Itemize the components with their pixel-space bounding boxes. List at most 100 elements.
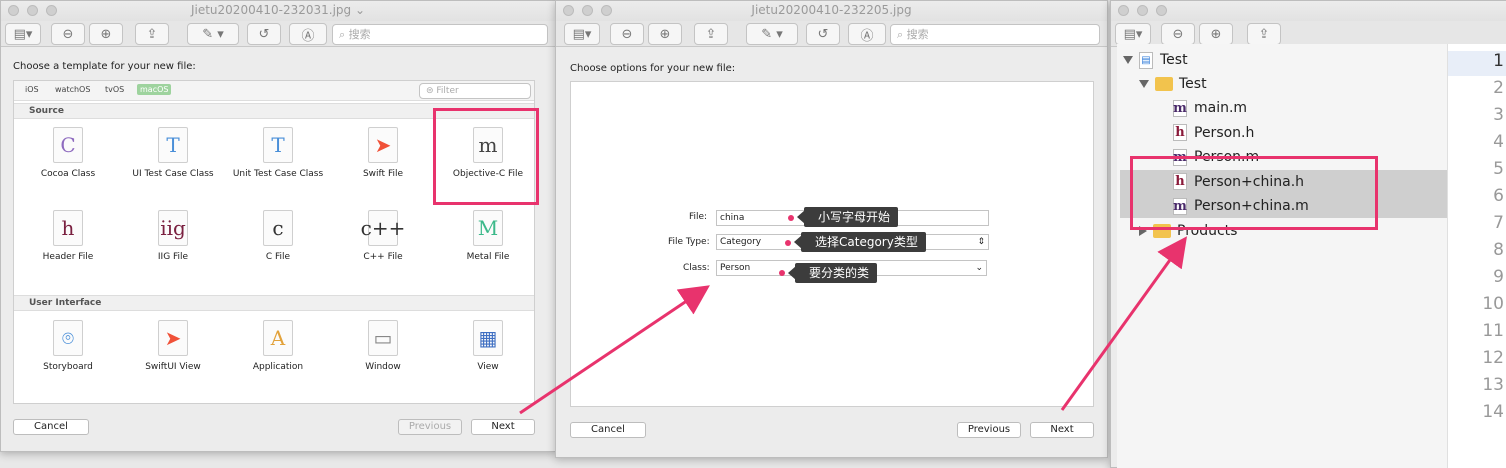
template-label: View <box>477 362 499 372</box>
title-bar: Jietu20200410-232031.jpg ⌄ <box>1 1 555 21</box>
callout-class: 要分类的类 <box>787 263 878 283</box>
disclosure-open-icon[interactable] <box>1123 56 1133 64</box>
previous-button[interactable]: Previous <box>957 422 1021 438</box>
rotate-icon[interactable]: ↺ <box>247 23 281 45</box>
template-item[interactable]: ➤ Swift File <box>333 127 433 179</box>
annotate-icon[interactable]: Ⓐ <box>289 23 327 45</box>
share-icon[interactable]: ⇪ <box>1247 23 1281 45</box>
zoom-in-icon[interactable]: ⊕ <box>648 23 682 45</box>
line-gutter: 1 2 3 4 5 6 7 8 9 10 11 12 13 14 <box>1447 44 1506 468</box>
template-icon: h <box>53 210 83 246</box>
updown-icon: ⇕ <box>977 237 985 247</box>
file-type-label: File Type: <box>668 237 710 247</box>
template-item[interactable]: T Unit Test Case Class <box>228 127 328 179</box>
title-bar-3 <box>1111 1 1506 21</box>
class-value: Person <box>720 263 751 273</box>
template-label: SwiftUI View <box>145 362 201 372</box>
line-number: 11 <box>1482 321 1504 341</box>
template-item[interactable]: ▦ View <box>438 320 538 372</box>
search-placeholder: 搜索 <box>906 28 929 41</box>
zoom-in-icon[interactable]: ⊕ <box>1199 23 1233 45</box>
sidebar-toggle-icon[interactable]: ▤▾ <box>1115 23 1151 45</box>
line-number: 12 <box>1482 348 1504 368</box>
line-number: 8 <box>1493 240 1504 260</box>
template-item[interactable]: h Header File <box>18 210 118 262</box>
toolbar-2: ▤▾ ⊖ ⊕ ⇪ ✎ ▾ ↺ Ⓐ ⌕ 搜索 <box>556 21 1107 47</box>
line-number: 5 <box>1493 159 1504 179</box>
zoom-out-icon[interactable]: ⊖ <box>51 23 85 45</box>
template-item[interactable]: ➤ SwiftUI View <box>123 320 223 372</box>
search-icon: ⌕ <box>339 28 349 41</box>
highlight-box-new-files <box>1130 156 1378 230</box>
rotate-icon[interactable]: ↺ <box>806 23 840 45</box>
template-item[interactable]: ▭ Window <box>333 320 433 372</box>
template-item[interactable]: M Metal File <box>438 210 538 262</box>
zoom-in-icon[interactable]: ⊕ <box>89 23 123 45</box>
search-input[interactable]: ⌕ 搜索 <box>332 24 548 45</box>
tab-watchos[interactable]: watchOS <box>55 85 90 94</box>
filter-field[interactable]: ⊜ Filter <box>419 83 531 99</box>
highlight-box-objc <box>433 108 539 205</box>
template-item[interactable]: T UI Test Case Class <box>123 127 223 179</box>
search-input[interactable]: ⌕ 搜索 <box>890 24 1100 45</box>
template-label: Storyboard <box>43 362 93 372</box>
options-panel: File: china File Type: Category ⇕ Class: … <box>570 81 1094 407</box>
project-row[interactable]: ▤ Test <box>1123 48 1188 72</box>
section-user-interface: User Interface <box>14 295 534 311</box>
next-button[interactable]: Next <box>471 419 535 435</box>
share-icon[interactable]: ⇪ <box>135 23 169 45</box>
line-number: 13 <box>1482 375 1504 395</box>
line-number: 7 <box>1493 213 1504 233</box>
markup-icon[interactable]: ✎ ▾ <box>187 23 239 45</box>
preview-window-2: Jietu20200410-232205.jpg ▤▾ ⊖ ⊕ ⇪ ✎ ▾ ↺ … <box>555 0 1108 458</box>
chevron-down-icon: ⌄ <box>975 263 983 273</box>
group-row[interactable]: Test <box>1139 72 1207 96</box>
template-item[interactable]: c++ C++ File <box>333 210 433 262</box>
tab-macos[interactable]: macOS <box>137 84 172 95</box>
tab-ios[interactable]: iOS <box>25 85 39 94</box>
annotate-icon[interactable]: Ⓐ <box>848 23 886 45</box>
zoom-out-icon[interactable]: ⊖ <box>1161 23 1195 45</box>
platform-tabs: iOS watchOS tvOS macOS ⊜ Filter <box>14 81 534 101</box>
options-sheet: Choose options for your new file: File: … <box>557 51 1105 456</box>
line-number: 3 <box>1493 105 1504 125</box>
class-label: Class: <box>683 263 710 273</box>
callout-type: 选择Category类型 <box>794 232 926 252</box>
template-label: Header File <box>42 252 94 262</box>
file-row[interactable]: m main.m <box>1173 96 1247 120</box>
template-label: Cocoa Class <box>40 169 96 179</box>
template-item[interactable]: C Cocoa Class <box>18 127 118 179</box>
cancel-button[interactable]: Cancel <box>570 422 646 438</box>
template-label: UI Test Case Class <box>132 169 214 179</box>
tab-tvos[interactable]: tvOS <box>105 85 124 94</box>
template-label: Unit Test Case Class <box>232 169 324 179</box>
share-icon[interactable]: ⇪ <box>694 23 728 45</box>
template-label: IIG File <box>157 252 189 262</box>
traffic-lights-3[interactable] <box>1118 5 1167 16</box>
markup-icon[interactable]: ✎ ▾ <box>746 23 798 45</box>
folder-icon <box>1155 77 1173 91</box>
file-row[interactable]: h Person.h <box>1173 121 1254 145</box>
file-name: main.m <box>1194 100 1248 116</box>
previous-button[interactable]: Previous <box>398 419 462 435</box>
sidebar-toggle-icon[interactable]: ▤▾ <box>5 23 41 45</box>
template-item[interactable]: iig IIG File <box>123 210 223 262</box>
zoom-out-icon[interactable]: ⊖ <box>610 23 644 45</box>
template-item[interactable]: A Application <box>228 320 328 372</box>
template-icon: ▦ <box>473 320 503 356</box>
template-icon: c++ <box>361 210 405 246</box>
callout-dot <box>779 270 785 276</box>
template-label: Metal File <box>466 252 510 262</box>
template-item[interactable]: c C File <box>228 210 328 262</box>
next-button[interactable]: Next <box>1030 422 1094 438</box>
sidebar-toggle-icon[interactable]: ▤▾ <box>564 23 600 45</box>
disclosure-open-icon[interactable] <box>1139 80 1149 88</box>
cancel-button[interactable]: Cancel <box>13 419 89 435</box>
project-navigator: ▤ Test Test m main.m h Person.h m Person.m h Pe… <box>1117 44 1447 468</box>
options-prompt: Choose options for your new file: <box>570 63 736 74</box>
template-item[interactable]: ⌾ Storyboard <box>18 320 118 372</box>
filter-icon: ⊜ <box>426 86 437 96</box>
callout-file: 小写字母开始 <box>796 207 899 227</box>
callout-dot <box>785 240 791 246</box>
template-prompt: Choose a template for your new file: <box>13 61 196 72</box>
